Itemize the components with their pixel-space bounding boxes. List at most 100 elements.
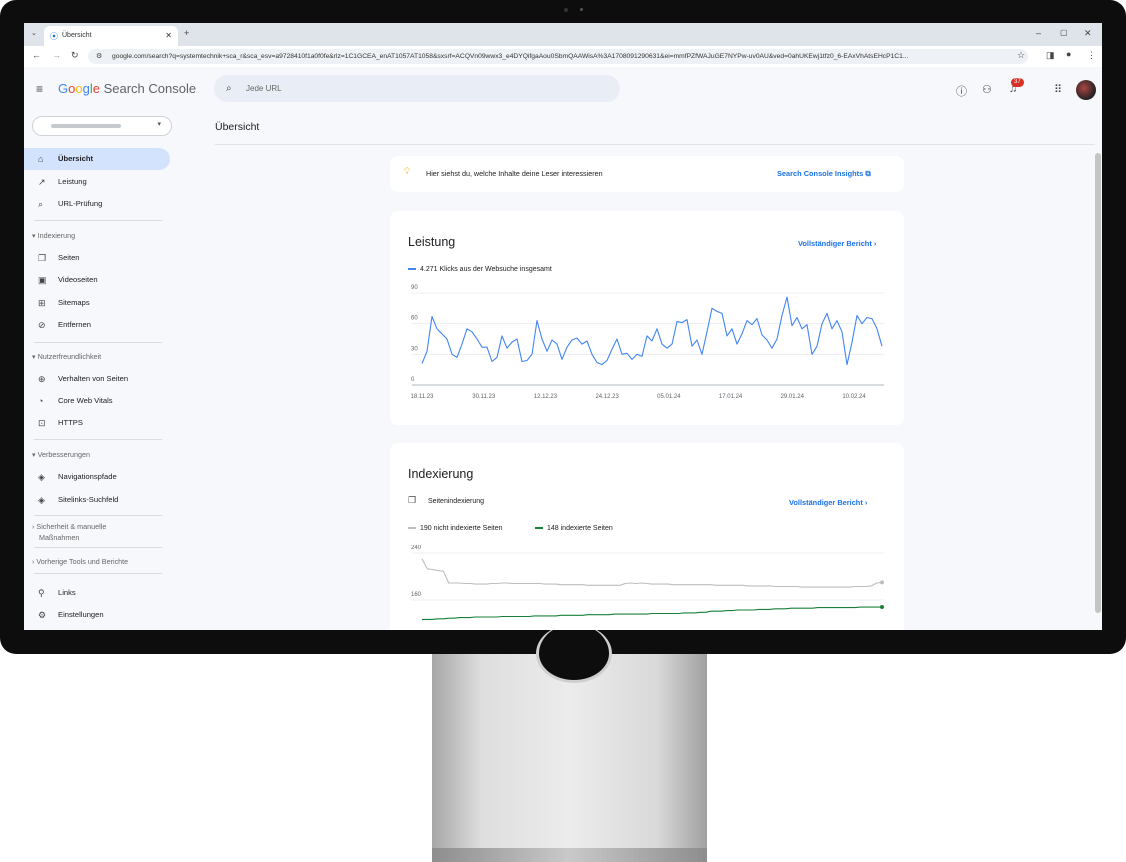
performance-chart: 0 30 60 90 18.11.23 30.11.23 12.12.23 24.12.23 0… (411, 285, 884, 400)
x-tick-label: 24.12.23 (595, 394, 619, 400)
stand-base (432, 848, 707, 862)
plus-circle-icon: ⊕ (38, 374, 46, 384)
url-inspection-search[interactable]: ⌕ Jede URL (214, 75, 620, 102)
series-line (421, 558, 883, 588)
sidebar-item-url-inspection[interactable]: ⌕ URL-Prüfung (24, 193, 170, 215)
x-tick-label: 17.01.24 (719, 394, 743, 400)
section-legacy-tools[interactable]: › Vorherige Tools und Berichte (32, 557, 128, 566)
tab-list-icon[interactable]: ⌄ (31, 29, 37, 37)
url-field[interactable]: ⚙ google.com/search?q=systemtechnik+sca_… (88, 49, 1028, 64)
sidebar-item-sitelinks-searchbox[interactable]: ◈ Sitelinks-Suchfeld (24, 489, 170, 511)
section-indexing[interactable]: ▾ Indexierung (32, 231, 75, 240)
sidebar-item-sitemaps[interactable]: ⊞ Sitemaps (24, 292, 170, 314)
sidebar-item-https[interactable]: ⊡ HTTPS (24, 412, 170, 434)
pages-icon: ❐ (38, 253, 47, 263)
tab-title: Übersicht (62, 32, 92, 39)
performance-full-report-link[interactable]: Vollständiger Bericht › (798, 239, 876, 248)
search-console-insights-link[interactable]: Search Console Insights ⧉ (777, 169, 871, 179)
maximize-icon[interactable]: ▢ (1060, 28, 1068, 37)
sidebar-item-removals[interactable]: ⊘ Entfernen (24, 314, 170, 336)
home-icon: ⌂ (38, 154, 44, 164)
search-icon: ⌕ (226, 83, 232, 94)
manage-users-icon[interactable]: ⚇ (982, 83, 992, 96)
insights-text: Hier siehst du, welche Inhalte deine Les… (426, 169, 603, 178)
forward-icon[interactable]: → (52, 50, 61, 60)
series-end-point (880, 580, 884, 585)
scrollbar[interactable] (1095, 153, 1101, 613)
sidebar-item-video-pages[interactable]: ▣ Videoseiten (24, 269, 170, 291)
back-icon[interactable]: ← (32, 50, 41, 60)
product-name: Search Console (103, 81, 197, 96)
gauge-icon: ◔ (38, 396, 44, 406)
title-divider (215, 144, 1095, 145)
reload-icon[interactable]: ↻ (71, 50, 79, 61)
chevron-right-icon: › (873, 239, 877, 248)
section-enhancements[interactable]: ▾ Verbesserungen (32, 450, 90, 459)
sidebar-item-links[interactable]: ⚲ Links (24, 582, 170, 604)
camera-light-icon (580, 8, 583, 11)
x-tick-label: 05.01.24 (657, 394, 681, 400)
close-tab-icon[interactable]: ✕ (165, 31, 172, 40)
browser-tab[interactable]: ⦿ Übersicht ✕ (44, 26, 178, 46)
video-pages-icon: ▣ (38, 275, 47, 285)
search-placeholder: Jede URL (246, 84, 282, 93)
new-tab-icon[interactable]: + (184, 28, 189, 38)
browser-menu-icon[interactable]: ⋮ (1087, 50, 1096, 61)
stand-cutout (536, 624, 612, 683)
monitor-stand (432, 654, 707, 862)
gear-icon: ⚙ (38, 610, 47, 620)
not-indexed-legend[interactable]: 190 nicht indexierte Seiten (408, 525, 503, 532)
indexing-chart: 80160240 (411, 545, 884, 620)
clicks-legend[interactable]: 4.271 Klicks aus der Websuche insgesamt (408, 266, 552, 273)
sidebar-item-overview[interactable]: ⌂ Übersicht (24, 148, 170, 170)
divider (34, 342, 162, 343)
section-security[interactable]: › Sicherheit & manuelle Maßnahmen (32, 521, 106, 543)
bookmark-star-icon[interactable]: ☆ (1017, 50, 1025, 61)
indexed-legend[interactable]: 148 indexierte Seiten (535, 525, 613, 532)
menu-icon[interactable]: ≡ (36, 82, 43, 96)
apps-grid-icon[interactable]: ⠿ (1054, 83, 1062, 96)
sitemap-icon: ⊞ (38, 298, 46, 308)
camera-icon (564, 8, 568, 12)
page-title: Übersicht (215, 121, 260, 133)
sidebar-item-performance[interactable]: ↗ Leistung (24, 171, 170, 193)
side-panel-icon[interactable]: ◨ (1046, 50, 1055, 61)
sidebar-item-core-web-vitals[interactable]: ◔ Core Web Vitals (24, 390, 170, 412)
sidebar-item-settings[interactable]: ⚙ Einstellungen (24, 604, 170, 626)
trending-icon: ↗ (38, 177, 46, 187)
property-selector[interactable]: ▾ (32, 116, 172, 136)
help-icon[interactable]: ⓘ (956, 83, 967, 99)
sidebar-item-page-experience[interactable]: ⊕ Verhalten von Seiten (24, 368, 170, 390)
main-content: Übersicht 💡︎ Hier siehst du, welche Inha… (184, 113, 1102, 630)
x-tick-label: 10.02.24 (842, 394, 866, 400)
indexing-full-report-link[interactable]: Vollständiger Bericht › (789, 498, 867, 507)
chevron-down-icon: ▾ (157, 121, 161, 128)
chevron-right-icon: › (32, 557, 35, 566)
eye-off-icon: ⊘ (38, 320, 46, 330)
url-text: google.com/search?q=systemtechnik+sca_r&… (112, 53, 909, 60)
chevron-right-icon: › (32, 522, 35, 531)
sidebar-item-pages[interactable]: ❐ Seiten (24, 247, 170, 269)
sidebar-item-breadcrumbs[interactable]: ◈ Navigationspfade (24, 466, 170, 488)
window-close-icon[interactable]: ✕ (1084, 28, 1092, 39)
search-icon: ⌕ (38, 199, 44, 209)
avatar[interactable] (1076, 80, 1096, 100)
divider (34, 515, 162, 516)
indexing-card: Indexierung ❐ Seitenindexierung Vollstän… (390, 443, 904, 630)
x-tick-label: 12.12.23 (534, 394, 558, 400)
profile-icon[interactable]: ● (1066, 49, 1071, 59)
performance-title: Leistung (408, 235, 456, 249)
y-tick-label: 30 (411, 346, 418, 352)
legend-swatch (408, 527, 416, 530)
screen: ⌄ ⦿ Übersicht ✕ + – ▢ ✕ ← → ↻ ⚙ google.c… (24, 23, 1102, 630)
section-experience[interactable]: ▾ Nutzerfreundlichkeit (32, 352, 101, 361)
browser-tab-bar: ⌄ ⦿ Übersicht ✕ + – ▢ ✕ (24, 23, 1102, 46)
minimize-icon[interactable]: – (1036, 28, 1041, 38)
diamond-icon: ◈ (38, 472, 45, 482)
legend-swatch (535, 527, 543, 530)
legend-swatch (408, 268, 416, 271)
search-console-logo[interactable]: Google Search Console (58, 81, 196, 96)
site-info-icon[interactable]: ⚙ (96, 49, 102, 64)
x-tick-label: 30.11.23 (472, 394, 496, 400)
lock-icon: ⊡ (38, 418, 46, 428)
